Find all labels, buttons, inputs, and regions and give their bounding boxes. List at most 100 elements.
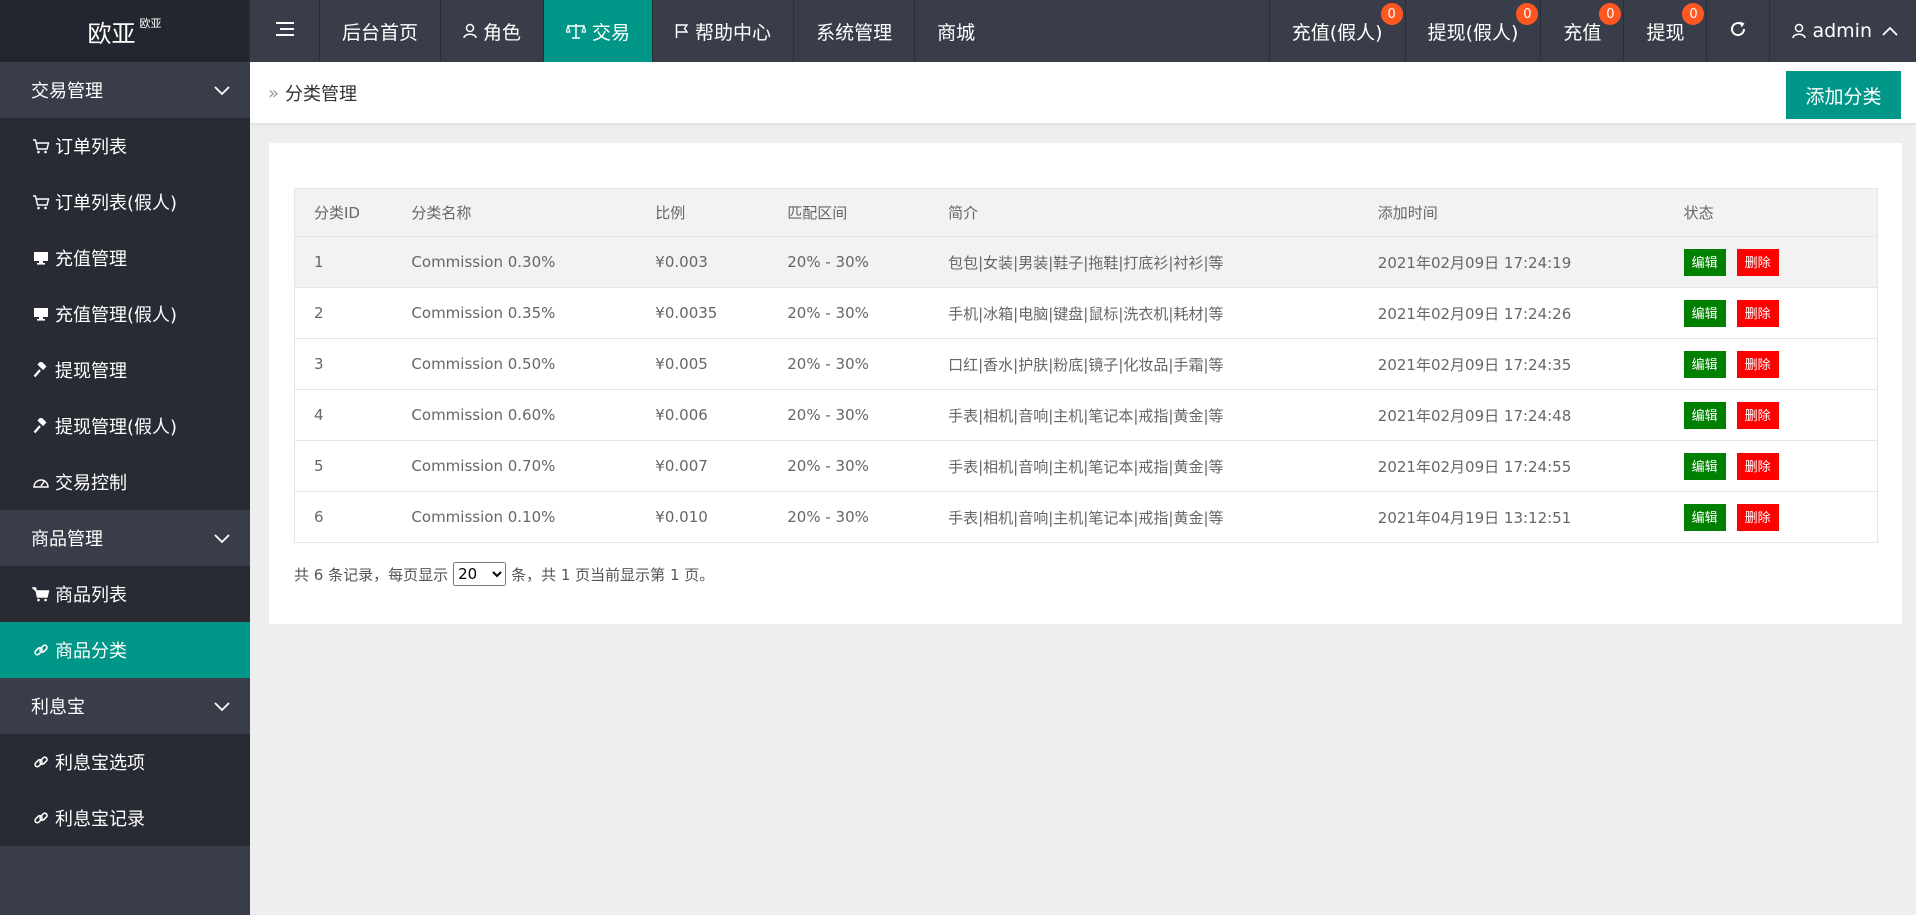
table-row: 3 Commission 0.50% ¥0.005 20% - 30% 口红|香… bbox=[294, 338, 1878, 390]
cell-range: 20% - 30% bbox=[787, 236, 949, 288]
cart-icon bbox=[31, 138, 51, 154]
sidebar-item-label: 利息宝记录 bbox=[55, 809, 145, 830]
nav-trade[interactable]: 交易 bbox=[544, 0, 654, 62]
nav-withdraw[interactable]: 提现 0 bbox=[1623, 0, 1706, 62]
nav-home[interactable]: 后台首页 bbox=[320, 0, 442, 62]
content-header: » 分类管理 添加分类 bbox=[250, 62, 1916, 124]
hammer-icon bbox=[31, 362, 51, 378]
edit-button[interactable]: 编辑 bbox=[1683, 350, 1726, 378]
nav-trade-label: 交易 bbox=[592, 21, 631, 44]
user-menu[interactable]: admin bbox=[1769, 0, 1916, 62]
cell-actions: 编辑 删除 bbox=[1683, 491, 1878, 543]
menu-toggle-button[interactable] bbox=[250, 0, 320, 62]
delete-button[interactable]: 删除 bbox=[1736, 299, 1779, 327]
column-header: 添加时间 bbox=[1377, 188, 1684, 237]
delete-button[interactable]: 删除 bbox=[1736, 248, 1779, 276]
sidebar-item-orders-fake[interactable]: 订单列表(假人) bbox=[0, 174, 250, 230]
delete-button[interactable]: 删除 bbox=[1736, 401, 1779, 429]
sidebar: 交易管理 订单列表 订单列表(假人) 充值管理 充值管理(假人) 提现管理 提现… bbox=[0, 62, 250, 915]
edit-button[interactable]: 编辑 bbox=[1683, 503, 1726, 531]
delete-button[interactable]: 删除 bbox=[1736, 503, 1779, 531]
cell-actions: 编辑 删除 bbox=[1683, 440, 1878, 492]
table-row: 5 Commission 0.70% ¥0.007 20% - 30% 手表|相… bbox=[294, 440, 1878, 492]
sidebar-group-interest[interactable]: 利息宝 bbox=[0, 678, 250, 734]
nav-withdraw-fake[interactable]: 提现(假人) 0 bbox=[1404, 0, 1541, 62]
cell-time: 2021年04月19日 13:12:51 bbox=[1377, 491, 1684, 543]
delete-button[interactable]: 删除 bbox=[1736, 452, 1779, 480]
sidebar-item-label: 交易控制 bbox=[55, 473, 127, 494]
sidebar-group-goods[interactable]: 商品管理 bbox=[0, 510, 250, 566]
nav-system[interactable]: 系统管理 bbox=[794, 0, 916, 62]
table-row: 1 Commission 0.30% ¥0.003 20% - 30% 包包|女… bbox=[294, 236, 1878, 288]
sidebar-item-withdraw[interactable]: 提现管理 bbox=[0, 342, 250, 398]
monitor-icon bbox=[31, 306, 51, 322]
scale-icon bbox=[566, 23, 587, 39]
cell-name: Commission 0.50% bbox=[411, 338, 656, 390]
nav-recharge-fake-label: 充值(假人) bbox=[1291, 21, 1383, 44]
cell-id: 4 bbox=[294, 389, 412, 441]
cell-name: Commission 0.30% bbox=[411, 236, 656, 288]
cell-range: 20% - 30% bbox=[787, 287, 949, 339]
nav-mall[interactable]: 商城 bbox=[915, 0, 997, 62]
cell-name: Commission 0.70% bbox=[411, 440, 656, 492]
username: admin bbox=[1812, 20, 1872, 42]
cell-actions: 编辑 删除 bbox=[1683, 236, 1878, 288]
sidebar-item-goods-category[interactable]: 商品分类 bbox=[0, 622, 250, 678]
nav-role[interactable]: 角色 bbox=[441, 0, 545, 62]
cell-desc: 手表|相机|音响|主机|笔记本|戒指|黄金|等 bbox=[948, 389, 1378, 441]
breadcrumb: » 分类管理 bbox=[268, 62, 357, 124]
content-card: 分类ID 分类名称 比例 匹配区间 简介 添加时间 状态 1 Commissio… bbox=[269, 143, 1902, 624]
edit-button[interactable]: 编辑 bbox=[1683, 299, 1726, 327]
cell-ratio: ¥0.005 bbox=[655, 338, 788, 390]
count-badge: 0 bbox=[1380, 3, 1403, 25]
cell-ratio: ¥0.0035 bbox=[655, 287, 788, 339]
column-header: 分类名称 bbox=[411, 188, 656, 237]
column-header: 简介 bbox=[948, 188, 1378, 237]
sidebar-item-trade-control[interactable]: 交易控制 bbox=[0, 454, 250, 510]
user-icon bbox=[1792, 23, 1807, 39]
cell-id: 5 bbox=[294, 440, 412, 492]
nav-recharge-fake[interactable]: 充值(假人) 0 bbox=[1268, 0, 1405, 62]
user-icon bbox=[463, 23, 477, 39]
sidebar-item-recharge-fake[interactable]: 充值管理(假人) bbox=[0, 286, 250, 342]
sidebar-item-label: 订单列表 bbox=[55, 137, 127, 158]
hammer-icon bbox=[31, 418, 51, 434]
sidebar-item-label: 订单列表(假人) bbox=[55, 193, 178, 214]
chevron-up-icon bbox=[1882, 26, 1898, 36]
add-category-button[interactable]: 添加分类 bbox=[1786, 71, 1901, 119]
delete-button[interactable]: 删除 bbox=[1736, 350, 1779, 378]
top-navbar: 欧亚 欧亚 后台首页 角色 交易 帮助中心 系统管理 商城 充值(假人) 0 提现… bbox=[0, 0, 1916, 62]
page-size-select[interactable]: 20 bbox=[453, 562, 507, 586]
sidebar-item-interest-records[interactable]: 利息宝记录 bbox=[0, 790, 250, 846]
cell-desc: 手表|相机|音响|主机|笔记本|戒指|黄金|等 bbox=[948, 440, 1378, 492]
edit-button[interactable]: 编辑 bbox=[1683, 248, 1726, 276]
cell-time: 2021年02月09日 17:24:26 bbox=[1377, 287, 1684, 339]
menu-icon bbox=[275, 20, 294, 42]
nav-recharge[interactable]: 充值 0 bbox=[1540, 0, 1623, 62]
nav-help[interactable]: 帮助中心 bbox=[653, 0, 795, 62]
cell-id: 2 bbox=[294, 287, 412, 339]
cell-actions: 编辑 删除 bbox=[1683, 287, 1878, 339]
cell-time: 2021年02月09日 17:24:48 bbox=[1377, 389, 1684, 441]
monitor-icon bbox=[31, 250, 51, 266]
cell-actions: 编辑 删除 bbox=[1683, 389, 1878, 441]
table-row: 4 Commission 0.60% ¥0.006 20% - 30% 手表|相… bbox=[294, 389, 1878, 441]
refresh-button[interactable] bbox=[1706, 0, 1769, 62]
sidebar-item-interest-options[interactable]: 利息宝选项 bbox=[0, 734, 250, 790]
sidebar-group-trade[interactable]: 交易管理 bbox=[0, 62, 250, 118]
cart-icon bbox=[31, 194, 51, 210]
sidebar-item-recharge[interactable]: 充值管理 bbox=[0, 230, 250, 286]
link-icon bbox=[31, 810, 51, 826]
nav-mall-label: 商城 bbox=[937, 21, 976, 44]
nav-home-label: 后台首页 bbox=[342, 21, 419, 44]
edit-button[interactable]: 编辑 bbox=[1683, 401, 1726, 429]
cell-ratio: ¥0.010 bbox=[655, 491, 788, 543]
sidebar-item-withdraw-fake[interactable]: 提现管理(假人) bbox=[0, 398, 250, 454]
sidebar-item-orders[interactable]: 订单列表 bbox=[0, 118, 250, 174]
refresh-icon bbox=[1729, 20, 1747, 43]
sidebar-group-label: 商品管理 bbox=[31, 529, 103, 550]
app-logo[interactable]: 欧亚 欧亚 bbox=[0, 0, 250, 62]
edit-button[interactable]: 编辑 bbox=[1683, 452, 1726, 480]
page-title: 分类管理 bbox=[285, 84, 358, 105]
sidebar-item-goods-list[interactable]: 商品列表 bbox=[0, 566, 250, 622]
